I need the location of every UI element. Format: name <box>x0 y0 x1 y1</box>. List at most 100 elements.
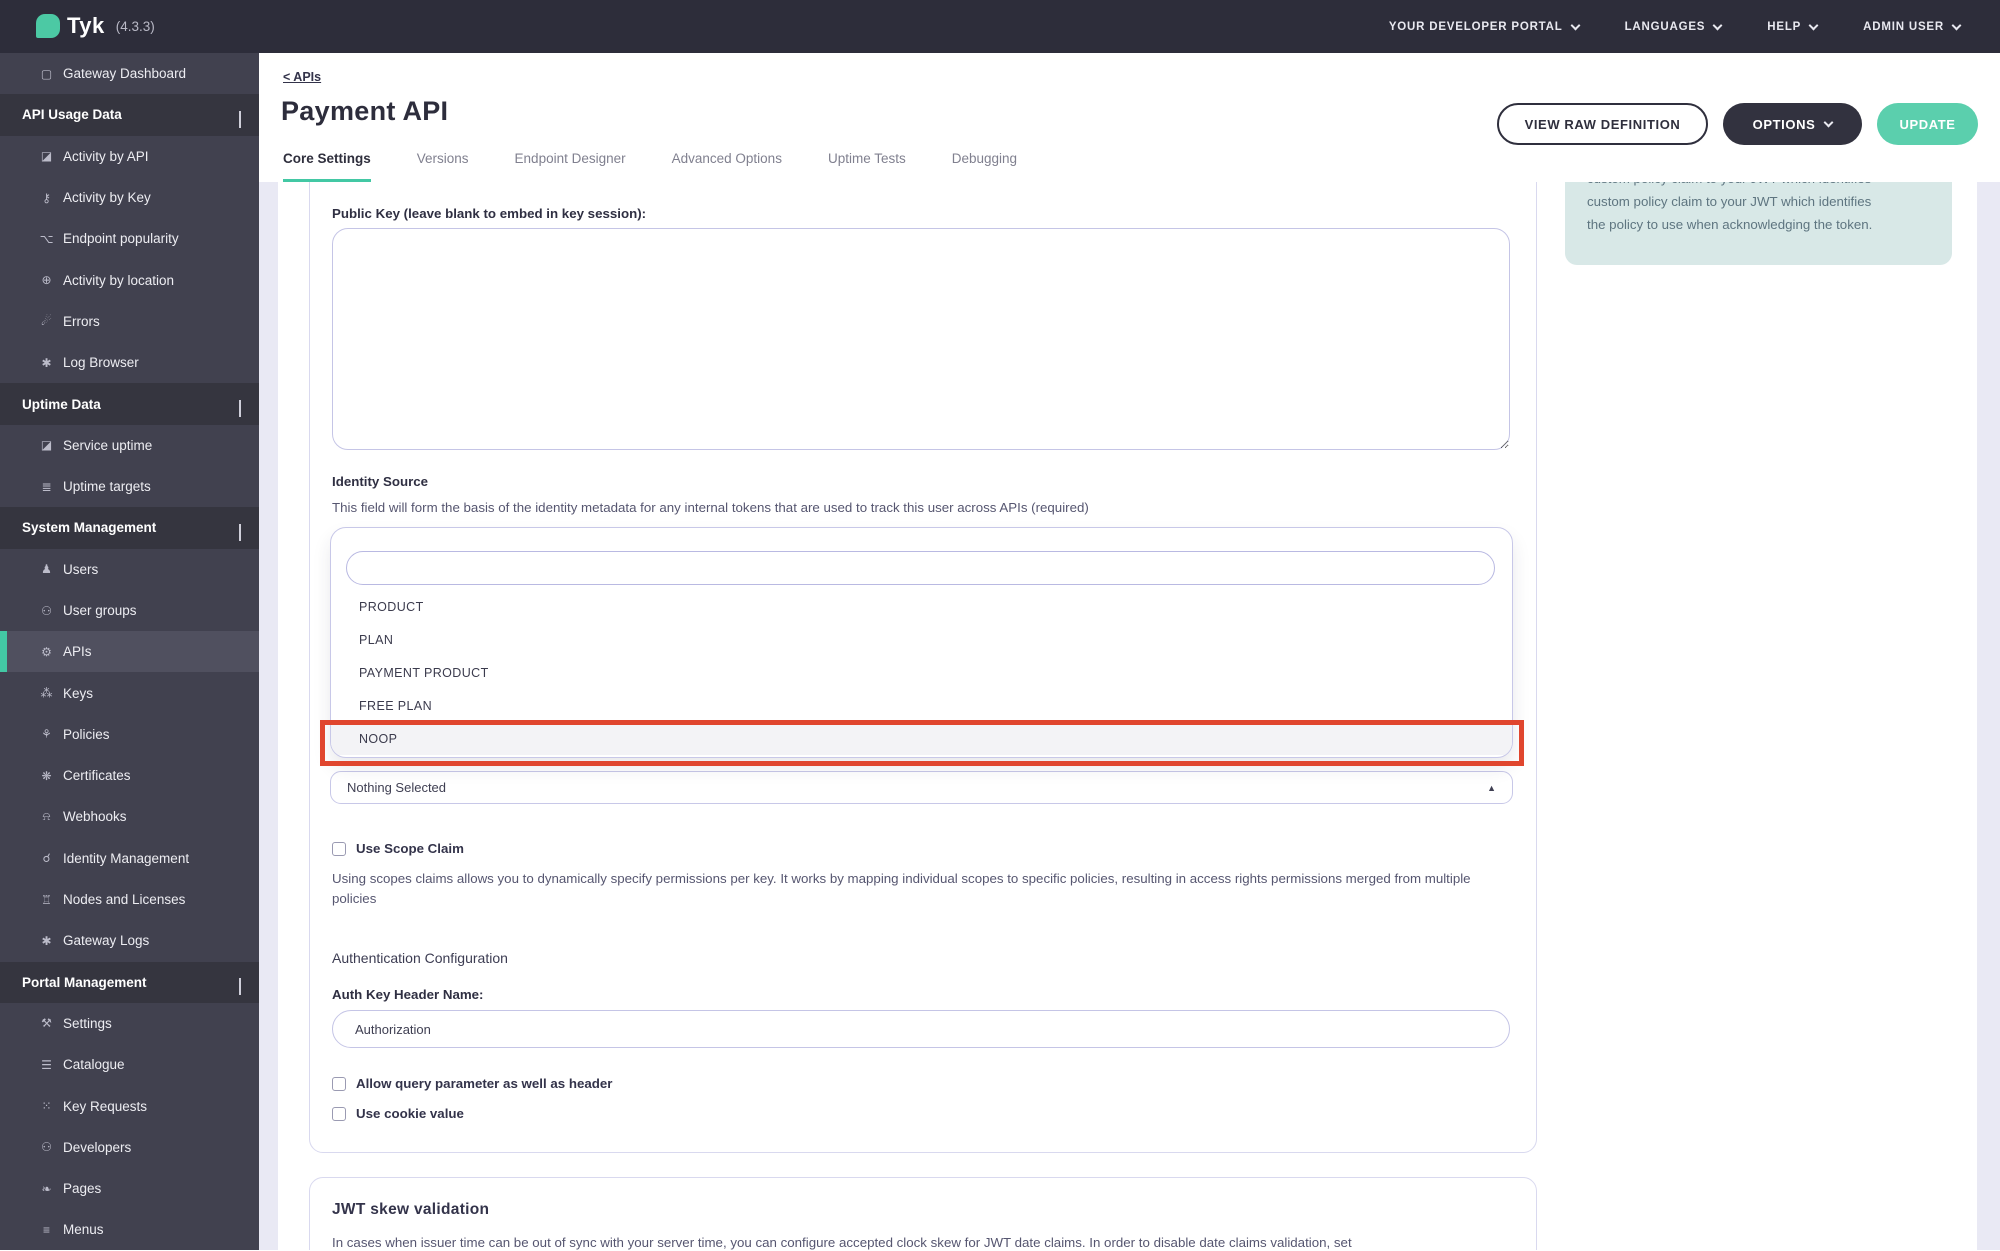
identity-source-dropdown: PRODUCT PLAN PAYMENT PRODUCT FREE PLAN N… <box>330 527 1513 758</box>
version-label: (4.3.3) <box>116 19 155 34</box>
checkbox-icon[interactable] <box>332 1077 346 1091</box>
sidebar-item-menus[interactable]: ≡ Menus <box>0 1209 259 1250</box>
topbar: Tyk (4.3.3) YOUR DEVELOPER PORTAL LANGUA… <box>0 0 2000 53</box>
sidebar-item-uptime-targets[interactable]: ≣ Uptime targets <box>0 466 259 507</box>
fork-icon: ⌥ <box>38 232 55 246</box>
topbar-menu-admin-user[interactable]: ADMIN USER <box>1863 21 1960 33</box>
activity-chart-icon: ◪ <box>38 149 55 163</box>
public-key-textarea[interactable] <box>332 228 1510 450</box>
breadcrumb-back-link[interactable]: < APIs <box>283 70 321 84</box>
sidebar-item-endpoint-popularity[interactable]: ⌥ Endpoint popularity <box>0 218 259 259</box>
checkbox-icon[interactable] <box>332 1107 346 1121</box>
sidebar-item-catalogue[interactable]: ☰ Catalogue <box>0 1044 259 1085</box>
chevron-up-icon <box>239 111 241 126</box>
sidebar-item-pages[interactable]: ❧ Pages <box>0 1168 259 1209</box>
sidebar-item-user-groups[interactable]: ⚇ User groups <box>0 590 259 631</box>
page-header: < APIs Payment API VIEW RAW DEFINITION O… <box>259 53 2000 182</box>
auth-key-header-input[interactable] <box>332 1010 1510 1048</box>
policy-select[interactable]: Nothing Selected ▲ <box>330 771 1513 804</box>
use-cookie-checkbox-row[interactable]: Use cookie value <box>332 1106 464 1121</box>
dropdown-option-plan[interactable]: PLAN <box>331 623 1512 656</box>
paw-icon: ⁙ <box>38 1099 55 1113</box>
sidebar-item-system-management[interactable]: System Management <box>0 507 259 548</box>
sidebar-item-activity-by-location[interactable]: ⊕ Activity by location <box>0 259 259 300</box>
sidebar-item-identity-management[interactable]: ☌ Identity Management <box>0 838 259 879</box>
sidebar-item-api-usage-data[interactable]: API Usage Data <box>0 94 259 135</box>
bug-icon: ✱ <box>38 356 55 370</box>
dropdown-option-free-plan[interactable]: FREE PLAN <box>331 689 1512 722</box>
sidebar-item-errors[interactable]: ☄ Errors <box>0 301 259 342</box>
topbar-menu-help[interactable]: HELP <box>1767 21 1817 33</box>
chevron-up-icon <box>239 400 241 415</box>
sidebar-item-gateway-dashboard[interactable]: ▢ Gateway Dashboard <box>0 53 259 94</box>
sidebar-item-settings[interactable]: ⚒ Settings <box>0 1003 259 1044</box>
info-box-clipped-line: custom policy claim to your JWT which id… <box>1587 182 1930 190</box>
user-group-icon: ⚇ <box>38 604 55 618</box>
sidebar-item-keys[interactable]: ⁂ Keys <box>0 672 259 713</box>
identity-source-label: Identity Source <box>332 474 428 489</box>
bank-icon: ♖ <box>38 893 55 907</box>
catalogue-icon: ☰ <box>38 1058 55 1072</box>
content-scroll-area[interactable]: Public Key (leave blank to embed in key … <box>259 182 2000 1250</box>
sidebar-item-apis[interactable]: ⚙ APIs <box>0 631 259 672</box>
tab-debugging[interactable]: Debugging <box>952 151 1017 182</box>
caret-up-icon: ▲ <box>1487 783 1496 793</box>
dropdown-option-payment-product[interactable]: PAYMENT PRODUCT <box>331 656 1512 689</box>
sidebar-item-nodes-and-licenses[interactable]: ♖ Nodes and Licenses <box>0 879 259 920</box>
chevron-down-icon <box>1570 20 1580 30</box>
chevron-down-icon <box>1952 20 1962 30</box>
sidebar-item-key-requests[interactable]: ⁙ Key Requests <box>0 1085 259 1126</box>
sidebar-item-developers[interactable]: ⚇ Developers <box>0 1127 259 1168</box>
dropdown-option-product[interactable]: PRODUCT <box>331 590 1512 623</box>
leaf-icon: ❧ <box>38 1182 55 1196</box>
sidebar-item-activity-by-key[interactable]: ⚷ Activity by Key <box>0 177 259 218</box>
topbar-menu-languages[interactable]: LANGUAGES <box>1625 21 1722 33</box>
monitor-icon: ▢ <box>38 67 55 81</box>
chevron-down-icon <box>1713 20 1723 30</box>
view-raw-definition-button[interactable]: VIEW RAW DEFINITION <box>1497 103 1708 145</box>
checkbox-icon[interactable] <box>332 842 346 856</box>
dropdown-search-input[interactable] <box>346 551 1495 585</box>
list-icon: ≣ <box>38 480 55 494</box>
tab-uptime-tests[interactable]: Uptime Tests <box>828 151 906 182</box>
jwt-skew-validation-body: In cases when issuer time can be out of … <box>332 1235 1512 1250</box>
sitemap-icon: ⁂ <box>38 686 55 700</box>
key-icon: ⚷ <box>38 191 55 205</box>
bomb-icon: ☄ <box>38 314 55 328</box>
wrench-icon: ⚒ <box>38 1016 55 1030</box>
use-scope-claim-checkbox-row[interactable]: Use Scope Claim <box>332 841 464 856</box>
tab-advanced-options[interactable]: Advanced Options <box>672 151 782 182</box>
dropdown-options: PRODUCT PLAN PAYMENT PRODUCT FREE PLAN N… <box>331 590 1512 755</box>
sidebar-item-webhooks[interactable]: ⍾ Webhooks <box>0 796 259 837</box>
logo-text: Tyk <box>67 13 105 39</box>
scope-claim-help: Using scopes claims allows you to dynami… <box>332 869 1512 909</box>
sidebar-item-portal-management[interactable]: Portal Management <box>0 962 259 1003</box>
sidebar-item-uptime-data[interactable]: Uptime Data <box>0 383 259 424</box>
identity-source-help: This field will form the basis of the id… <box>332 500 1512 515</box>
dropdown-option-noop[interactable]: NOOP <box>331 722 1512 755</box>
sidebar-item-users[interactable]: ♟ Users <box>0 549 259 590</box>
identity-icon: ☌ <box>38 851 55 865</box>
options-button[interactable]: OPTIONS <box>1723 103 1862 145</box>
sidebar-item-certificates[interactable]: ❋ Certificates <box>0 755 259 796</box>
update-button[interactable]: UPDATE <box>1877 103 1978 145</box>
menu-icon: ≡ <box>38 1223 55 1237</box>
user-group-icon: ⚇ <box>38 1140 55 1154</box>
jwt-policy-info-box: custom policy claim to your JWT which id… <box>1565 182 1952 265</box>
sidebar-item-gateway-logs[interactable]: ✱ Gateway Logs <box>0 920 259 961</box>
sidebar-item-service-uptime[interactable]: ◪ Service uptime <box>0 425 259 466</box>
policy-icon: ⚘ <box>38 727 55 741</box>
tyk-logo[interactable]: Tyk (4.3.3) <box>36 13 155 39</box>
tab-endpoint-designer[interactable]: Endpoint Designer <box>515 151 626 182</box>
topbar-menu-your-developer-portal[interactable]: YOUR DEVELOPER PORTAL <box>1389 21 1579 33</box>
allow-query-param-checkbox-row[interactable]: Allow query parameter as well as header <box>332 1076 612 1091</box>
tab-core-settings[interactable]: Core Settings <box>283 151 371 182</box>
chevron-down-icon <box>1809 20 1819 30</box>
sidebar-item-activity-by-api[interactable]: ◪ Activity by API <box>0 136 259 177</box>
sidebar-item-log-browser[interactable]: ✱ Log Browser <box>0 342 259 383</box>
auth-key-header-label: Auth Key Header Name: <box>332 987 483 1002</box>
tab-versions[interactable]: Versions <box>417 151 469 182</box>
sidebar: ▢ Gateway Dashboard API Usage Data ◪ Act… <box>0 53 259 1250</box>
header-buttons: VIEW RAW DEFINITION OPTIONS UPDATE <box>1497 103 1978 145</box>
sidebar-item-policies[interactable]: ⚘ Policies <box>0 714 259 755</box>
